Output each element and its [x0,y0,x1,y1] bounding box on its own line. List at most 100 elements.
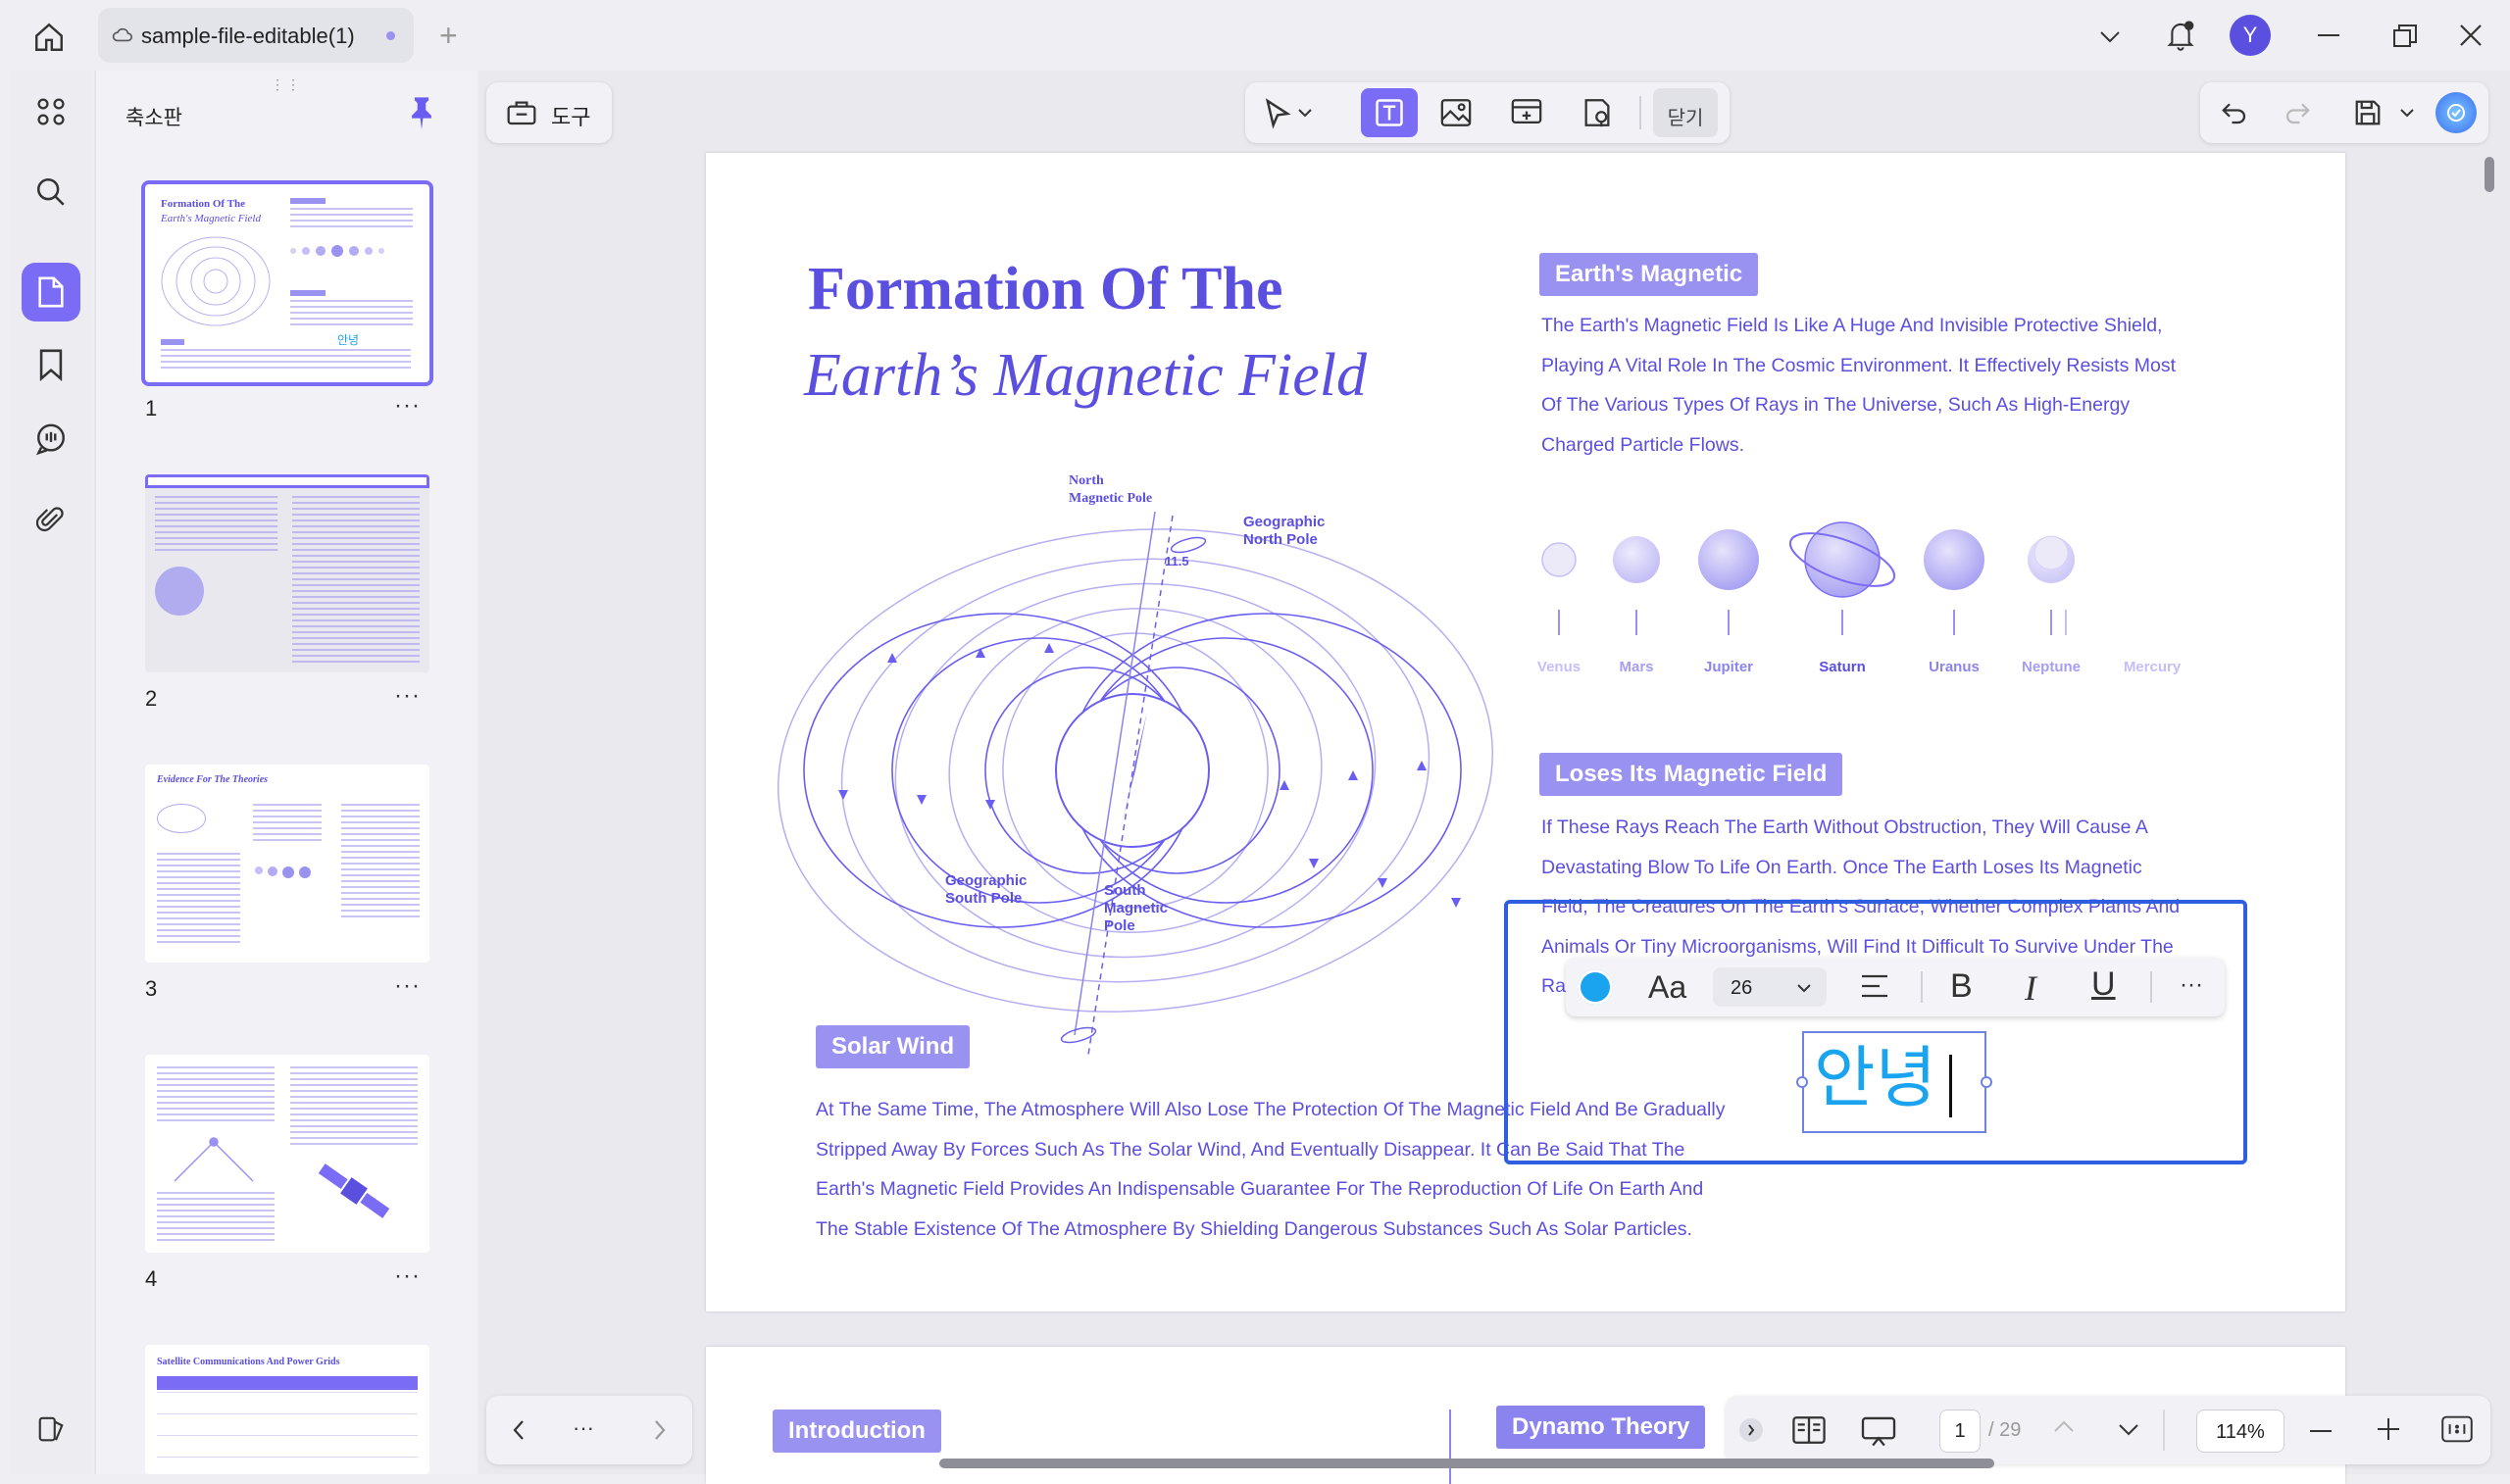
grid-icon[interactable] [22,82,80,141]
thumbnail-number: 3 [145,976,158,1001]
page-number-input[interactable]: 1 [1939,1410,1981,1453]
text-color-swatch[interactable] [1578,969,1613,1005]
thumb-chip [290,290,326,296]
thumb-planets [255,866,311,878]
underline-button[interactable]: U [2091,965,2116,1004]
thumb-title: Evidence For The Theories [157,774,269,785]
chevron-down-icon[interactable] [2118,1423,2139,1437]
thumbnail-page-2[interactable] [145,474,429,672]
undo-icon[interactable] [2220,98,2249,127]
resize-handle-right[interactable] [1981,1076,1992,1088]
thumbnail-more-button[interactable]: ··· [394,972,421,1000]
ai-assistant-icon[interactable] [2435,92,2477,133]
planet-label: Mars [1619,659,1654,675]
thumb-diagram [174,1137,254,1182]
vertical-scrollbar[interactable] [2485,157,2494,192]
earths-magnetic-text: The Earth's Magnetic Field Is Like A Hug… [1541,315,2177,456]
close-icon[interactable] [2459,24,2483,47]
title-bar: sample-file-editable(1) + Y [0,0,2510,71]
thumb-planets [290,245,413,257]
tab-title: sample-file-editable(1) [141,24,355,48]
thumbnail-number: 2 [145,686,158,711]
horizontal-scrollbar[interactable] [939,1459,1994,1468]
chevron-down-icon[interactable] [2400,108,2414,118]
collapse-button[interactable] [1739,1418,1763,1442]
section-heading: Dynamo Theory [1496,1406,1706,1449]
thumb-lines [157,1192,275,1241]
planet-label: Neptune [2022,659,2081,675]
font-size-select[interactable]: 26 [1713,967,1827,1007]
chevron-up-icon[interactable] [2053,1419,2075,1433]
italic-button[interactable]: I [2025,967,2036,1009]
text-tool-button[interactable] [1361,88,1418,137]
font-family-button[interactable]: Aa [1648,969,1686,1006]
panel-title: 축소판 [126,107,182,129]
actual-size-icon[interactable] [2441,1415,2473,1443]
zoom-out-icon[interactable] [2310,1430,2332,1432]
thumbnail-page-5[interactable]: Satellite Communications And Power Grids [145,1345,429,1474]
avatar[interactable]: Y [2230,15,2271,56]
save-icon[interactable] [2353,98,2383,127]
link-tool-icon[interactable] [1510,96,1543,129]
thumbnail-page-3[interactable]: Evidence For The Theories [145,765,429,963]
bookmark-icon[interactable] [22,335,80,394]
geographic-south-label: Geographic South Pole [945,872,1028,907]
thumb-lines [292,496,420,663]
more-options-button[interactable]: ··· [2180,971,2203,999]
document-tab[interactable]: sample-file-editable(1) [98,8,414,63]
thumbnail-page-4[interactable] [145,1055,429,1253]
thumb-note: 안녕 [337,333,360,347]
theme-icon[interactable] [22,1400,80,1459]
thumb-lines [157,1066,275,1125]
tools-button[interactable]: 도구 [486,82,612,143]
new-tab-button[interactable]: + [439,20,458,51]
resize-handle[interactable]: ⋮⋮ [271,76,302,93]
thumb-lines [290,1066,418,1145]
chevron-left-icon[interactable] [512,1419,526,1441]
doc-title: Formation Of The [808,256,1283,322]
minimize-icon[interactable] [2318,34,2339,36]
align-left-icon[interactable] [1860,973,1889,999]
zoom-level[interactable]: 114% [2196,1410,2284,1453]
home-icon[interactable] [27,16,71,59]
search-icon[interactable] [22,163,80,222]
history-toolbar [2200,82,2488,143]
bell-icon[interactable] [2161,16,2200,55]
tilt-angle-label: 11.5 [1165,554,1189,569]
restore-icon[interactable] [2392,24,2418,49]
thumbnail-more-button[interactable]: ··· [394,682,421,710]
presentation-icon[interactable] [1861,1415,1896,1447]
redo-icon[interactable] [2283,98,2312,127]
close-edit-button[interactable]: 닫기 [1653,88,1718,137]
thumbnail-more-button[interactable]: ··· [394,1262,421,1290]
bold-button[interactable]: B [1950,967,1973,1006]
attachment-icon[interactable] [22,490,80,549]
magnetic-field-diagram [778,511,1493,1056]
comment-icon[interactable] [22,410,80,469]
watermark-tool-icon[interactable] [1581,96,1614,129]
doc-subtitle: Earth’s Magnetic Field [804,342,1367,409]
image-tool-icon[interactable] [1439,96,1473,129]
thumb-chip [161,339,184,345]
chevron-right-icon[interactable] [653,1419,667,1441]
chevron-down-icon[interactable] [1298,108,1312,118]
thumb-title: Satellite Communications And Power Grids [157,1357,340,1367]
planet-label: Mercury [2123,659,2182,675]
page-layout-icon[interactable] [1792,1415,1826,1445]
thumbnail-page-1[interactable]: Formation Of The Earth's Magnetic Field … [141,180,433,386]
planet-label: Saturn [1819,659,1866,675]
edit-text-content: 안녕 [1814,1041,1937,1115]
left-rail [10,71,92,1474]
section-heading: Solar Wind [816,1025,971,1068]
zoom-in-icon[interactable] [2377,1417,2400,1441]
chevron-down-icon[interactable] [2090,20,2130,55]
text-format-toolbar: Aa 26 B I U ··· [1566,958,2225,1016]
select-arrow-icon[interactable] [1263,98,1292,129]
thumb-title: Formation Of The [161,198,245,210]
edit-text-box[interactable]: 안녕 [1802,1031,1986,1133]
pin-icon[interactable] [410,96,433,129]
resize-handle-left[interactable] [1796,1076,1808,1088]
nav-more-button[interactable]: ··· [573,1415,594,1441]
thumbnail-more-button[interactable]: ··· [394,392,421,420]
pages-icon[interactable] [22,263,80,322]
